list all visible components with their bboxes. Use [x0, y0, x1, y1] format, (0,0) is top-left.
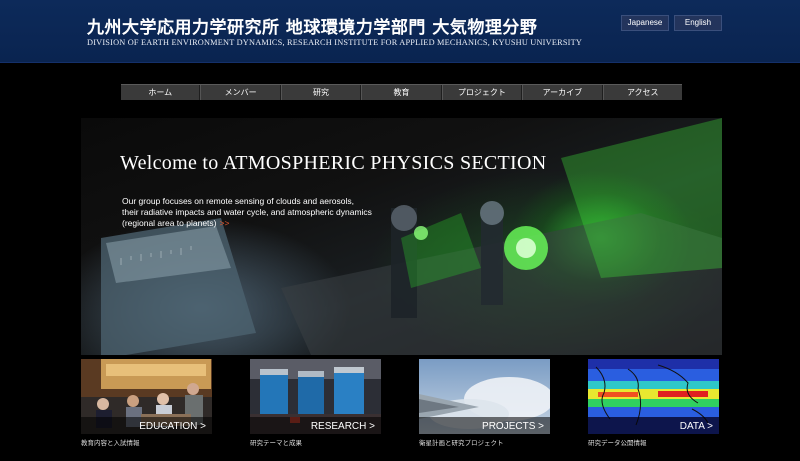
education-caption: 教育内容と入試情報 [81, 439, 140, 447]
site-header: 九州大学応用力学研究所 地球環境力学部門 大気物理分野 DIVISION OF … [0, 0, 800, 63]
japanese-language-button[interactable]: Japanese [621, 15, 669, 31]
education-label-bar: EDUCATION > [81, 417, 212, 434]
projects-label: PROJECTS > [482, 421, 544, 432]
research-label: RESEARCH > [310, 421, 375, 432]
nav-item-research[interactable]: 研究 [280, 85, 362, 100]
nav-item-education[interactable]: 教育 [361, 85, 442, 100]
hero-line-1: Our group focuses on remote sensing of c… [122, 196, 354, 206]
education-tile[interactable]: EDUCATION > [81, 359, 212, 434]
hero-description: Our group focuses on remote sensing of c… [122, 196, 422, 229]
research-label-bar: RESEARCH > [250, 417, 381, 434]
education-label: EDUCATION > [139, 421, 206, 432]
nav-item-home[interactable]: ホーム [121, 85, 201, 100]
nav-item-access[interactable]: アクセス [602, 85, 682, 100]
hero-banner: Welcome to ATMOSPHERIC PHYSICS SECTION O… [81, 118, 722, 355]
data-label-bar: DATA > [588, 417, 719, 434]
projects-caption: 衛星計画と研究プロジェクト [419, 439, 504, 447]
research-tile[interactable]: RESEARCH > [250, 359, 381, 434]
projects-label-bar: PROJECTS > [419, 417, 550, 434]
english-language-button[interactable]: English [674, 15, 722, 31]
data-label: DATA > [679, 421, 713, 432]
projects-tile[interactable]: PROJECTS > [419, 359, 550, 434]
nav-item-members[interactable]: メンバー [200, 85, 281, 100]
data-caption: 研究データ公開情報 [588, 439, 647, 447]
nav-item-archive[interactable]: アーカイブ [522, 85, 603, 100]
hero-title: Welcome to ATMOSPHERIC PHYSICS SECTION [120, 152, 547, 174]
hero-line-2: their radiative impacts and water cycle,… [122, 207, 372, 217]
main-nav: ホーム メンバー 研究 教育 プロジェクト アーカイブ アクセス [121, 84, 682, 100]
data-tile[interactable]: DATA > [588, 359, 719, 434]
site-title: 九州大学応用力学研究所 地球環境力学部門 大気物理分野 [87, 18, 538, 38]
site-subtitle: DIVISION OF EARTH ENVIRONMENT DYNAMICS, … [87, 38, 583, 47]
hero-line-3: (regional area to planets) [122, 218, 217, 228]
nav-item-projects[interactable]: プロジェクト [441, 85, 523, 100]
research-caption: 研究テーマと成果 [250, 439, 302, 447]
hero-more-link[interactable]: >> [220, 218, 230, 228]
